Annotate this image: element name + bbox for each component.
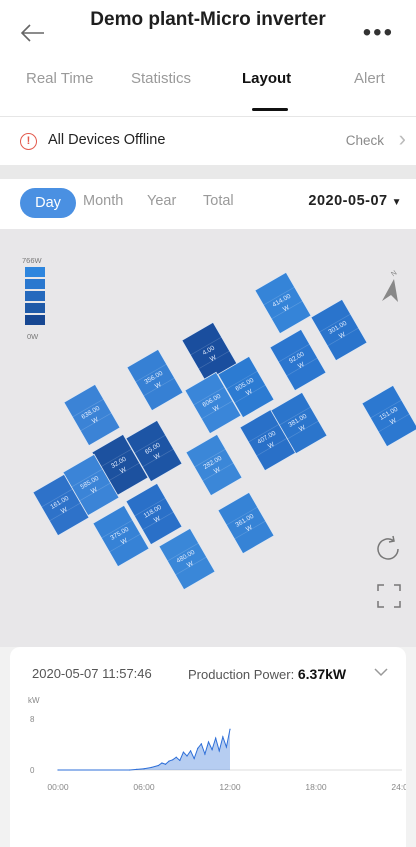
production-power-value: 6.37kW — [297, 666, 347, 682]
caret-down-icon: ▼ — [391, 197, 402, 208]
chart-data-point — [197, 747, 199, 749]
solar-panel[interactable]: 356.00W — [126, 348, 184, 412]
solar-panel[interactable]: 151.00W — [361, 384, 416, 448]
chart-data-point — [168, 760, 170, 762]
solar-panel[interactable]: 92.00W — [269, 328, 327, 392]
panel-layout-view[interactable]: 766W 0W N 638.00 W 414.00 W 301.00 W 4.00 W 92.0… — [0, 229, 416, 647]
chart-y-tick-label: 8 — [30, 715, 35, 724]
refresh-icon[interactable] — [372, 533, 404, 565]
chevron-right-icon[interactable]: › — [399, 127, 406, 151]
solar-panel[interactable]: 638.00W — [63, 383, 121, 447]
period-year-button[interactable]: Year — [147, 193, 176, 209]
chart-data-point — [222, 736, 224, 738]
production-datetime: 2020-05-07 11:57:46 — [32, 666, 152, 681]
chart-data-point — [207, 741, 210, 743]
page-title: Demo plant-Micro inverter — [90, 9, 326, 30]
period-total-button[interactable]: Total — [203, 193, 234, 209]
chart-data-point — [215, 737, 217, 739]
period-month-button[interactable]: Month — [83, 193, 123, 209]
solar-panel[interactable]: 414.00W — [254, 271, 312, 335]
chart-data-point — [211, 749, 213, 751]
tab-statistics[interactable]: Statistics — [131, 70, 191, 87]
production-power-label: Production Power: — [188, 667, 295, 682]
chart-data-point — [229, 728, 231, 730]
chart-data-point — [189, 750, 192, 752]
alert-circle-icon: ! — [20, 133, 37, 150]
chart-data-point — [175, 756, 177, 758]
tab-bar: Real Time Statistics Layout Alert — [0, 70, 416, 112]
chart-x-tick-label: 12:00 — [219, 782, 241, 792]
chart-data-point — [218, 750, 220, 752]
chart-data-point — [186, 755, 188, 757]
check-link[interactable]: Check — [346, 133, 384, 148]
more-horizontal-icon[interactable]: ••• — [363, 18, 394, 48]
period-selector: Day Month Year Total 2020-05-07 ▼ — [0, 179, 416, 229]
arrow-left-icon[interactable] — [18, 18, 48, 48]
date-picker[interactable]: 2020-05-07 ▼ — [308, 193, 402, 209]
fullscreen-icon[interactable] — [374, 581, 404, 611]
production-power: Production Power: 6.37kW — [188, 666, 346, 682]
solar-panel[interactable]: 282.00W — [185, 433, 243, 497]
tab-alert[interactable]: Alert — [354, 70, 385, 87]
chart-data-point — [143, 768, 145, 770]
chart-data-point — [150, 766, 152, 769]
chart-data-point — [136, 768, 138, 770]
chart-data-point — [182, 751, 185, 753]
alert-message: All Devices Offline — [48, 132, 166, 148]
chart-data-point — [179, 759, 181, 762]
chart-x-tick-label: 18:00 — [305, 782, 327, 792]
active-tab-indicator — [252, 108, 288, 111]
solar-panel[interactable]: 480.00W — [158, 527, 216, 591]
solar-panel-map: 638.00W414.00W301.00W4.00W 92.00W356.00W6… — [32, 271, 416, 591]
solar-panel[interactable]: 361.00W — [217, 491, 275, 555]
chart-x-tick-label: 24:00 — [391, 782, 406, 792]
chart-data-point — [200, 743, 202, 745]
offline-alert-bar[interactable]: ! All Devices Offline Check › — [0, 117, 416, 165]
tab-real-time[interactable]: Real Time — [26, 70, 94, 87]
solar-panel[interactable]: 301.00W — [310, 298, 368, 362]
production-chart: kW 8 0 00:00 06:00 12:00 18:00 24:00 — [28, 696, 406, 792]
chevron-down-icon[interactable] — [372, 663, 390, 681]
chart-x-tick-label: 06:00 — [133, 782, 155, 792]
chart-data-point — [172, 759, 174, 761]
chart-data-point — [225, 746, 228, 748]
chart-data-point — [161, 762, 163, 764]
chart-data-point — [164, 763, 167, 765]
chart-y-axis-label: kW — [28, 696, 40, 705]
period-day-button[interactable]: Day — [20, 188, 76, 218]
production-panel: 2020-05-07 11:57:46 Production Power: 6.… — [10, 647, 406, 847]
app-header: Demo plant-Micro inverter ••• Real Time … — [0, 0, 416, 120]
chart-data-point — [157, 764, 159, 767]
chart-data-point — [193, 757, 195, 760]
chart-data-point — [57, 769, 59, 771]
chart-y-tick-label: 0 — [30, 766, 35, 775]
section-gap — [0, 165, 416, 179]
chart-data-point — [129, 769, 131, 771]
chart-series-area — [58, 729, 230, 770]
chart-x-tick-label: 00:00 — [47, 782, 69, 792]
tab-layout[interactable]: Layout — [242, 70, 291, 87]
selected-date: 2020-05-07 — [308, 193, 388, 209]
chart-data-point — [204, 753, 206, 755]
